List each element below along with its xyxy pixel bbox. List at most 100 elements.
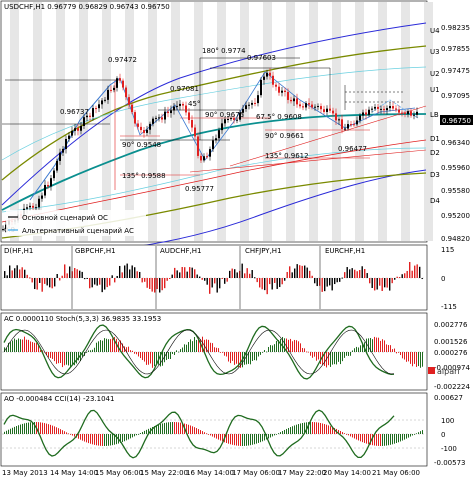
candle-body	[110, 89, 112, 91]
svg-text:0.97095: 0.97095	[441, 92, 470, 100]
svg-text:17 May 06:00: 17 May 06:00	[232, 469, 280, 477]
candle-body	[266, 72, 268, 77]
ac-bar	[314, 352, 315, 357]
candle-body	[215, 138, 217, 141]
ac-bar	[102, 340, 103, 352]
ac-bar	[14, 338, 15, 352]
ac-bar	[416, 352, 417, 367]
pair-bar	[196, 274, 198, 278]
svg-text:-0.00573: -0.00573	[434, 459, 465, 467]
ac-bar	[152, 352, 153, 368]
candle-body	[107, 89, 109, 100]
ao-bar	[418, 432, 419, 434]
pair-bar	[309, 270, 311, 278]
pair-bar	[301, 265, 303, 278]
ac-bar	[196, 339, 197, 352]
ao-bar	[92, 434, 93, 445]
ao-bar	[6, 430, 7, 434]
ao-bar	[58, 428, 59, 434]
candle-body	[98, 104, 100, 109]
ac-bar	[378, 337, 379, 352]
ao-bar	[246, 434, 247, 446]
ao-bar	[416, 433, 417, 435]
ao-bar	[404, 434, 405, 440]
pair-bar	[284, 278, 286, 281]
ao-bar	[136, 434, 137, 436]
ao-bar	[320, 422, 321, 434]
pair-bar	[131, 265, 133, 278]
session-band	[125, 2, 134, 241]
candle-body	[347, 124, 349, 129]
pair-bar	[104, 278, 106, 290]
pair-bar	[49, 278, 51, 288]
ac-bar	[146, 352, 147, 365]
pair-bar	[61, 275, 63, 278]
ac-bar	[390, 345, 391, 352]
ao-bar	[330, 426, 331, 434]
pair-bar	[244, 273, 246, 278]
ao-bar	[364, 434, 365, 443]
ac-bar	[18, 338, 19, 352]
svg-text:alpari: alpari	[437, 367, 460, 376]
ao-bar	[14, 426, 15, 434]
ao-bar	[228, 434, 229, 444]
chart-canvas[interactable]: 0.97472 0.97603 0.97081 0.96737 180° 0.9…	[0, 0, 473, 480]
candle-body	[197, 136, 199, 156]
candle-body	[146, 129, 148, 133]
ac-bar	[272, 345, 273, 352]
ao-bar	[362, 434, 363, 443]
ac-bar	[316, 352, 317, 361]
ac-panel[interactable]: AC 0.0000110 Stoch(5,3,3) 36.9835 33.195…	[0, 312, 470, 391]
candle-body	[359, 115, 361, 121]
candle-body	[221, 123, 223, 131]
ac-bar	[112, 338, 113, 352]
ac-bar	[106, 338, 107, 352]
ac-bar	[296, 340, 297, 352]
ao-panel[interactable]: AO -0.000484 CCI(14) -23.1041 0.00627 10…	[0, 392, 465, 467]
pair-bar	[359, 270, 361, 278]
ac-bar	[358, 347, 359, 352]
pair-bar	[386, 278, 388, 288]
ao-bar	[46, 423, 47, 434]
ac-bar	[354, 348, 355, 352]
ac-bar	[270, 345, 271, 352]
ao-bar	[30, 422, 31, 434]
ao-bar	[272, 434, 273, 437]
ac-bar	[350, 352, 351, 356]
candle-body	[203, 156, 205, 161]
pair-bar	[134, 267, 136, 278]
pair-bar	[366, 273, 368, 278]
pair-bar	[96, 278, 98, 286]
ao-bar	[160, 423, 161, 434]
candle-body	[113, 87, 115, 91]
candle-body	[152, 118, 154, 124]
pair-bar	[91, 278, 93, 288]
candle-body	[68, 135, 70, 139]
ao-bar	[50, 424, 51, 434]
ao-bar	[324, 424, 325, 434]
ao-bar	[106, 434, 107, 446]
ac-bar	[414, 352, 415, 364]
candle-body	[89, 115, 91, 117]
candle-body	[41, 195, 43, 199]
pair-bar	[161, 278, 163, 291]
pair-bar	[226, 278, 228, 282]
pair-bar	[246, 268, 248, 278]
ao-bar	[128, 434, 129, 440]
ac-bar	[220, 352, 221, 353]
ao-bar	[48, 424, 49, 434]
ao-bar	[86, 434, 87, 443]
ac-bar	[268, 346, 269, 352]
pair-bar	[274, 278, 276, 283]
pair-bar	[11, 270, 13, 278]
pair-bar	[66, 273, 68, 278]
main-panel[interactable]: 0.97472 0.97603 0.97081 0.96737 180° 0.9…	[0, 0, 473, 254]
candle-body	[71, 130, 73, 136]
svg-text:15 May 22:00: 15 May 22:00	[140, 469, 188, 477]
pair-label-2: GBPCHF,H1	[75, 247, 116, 255]
ao-bar	[214, 434, 215, 438]
pairs-panel[interactable]: D(HF,H1 GBPCHF,H1 AUDCHF,H1 CHFJPY,H1 EU…	[0, 244, 457, 311]
pair-bar	[256, 278, 258, 283]
ao-bar	[244, 434, 245, 446]
ao-bar	[340, 430, 341, 434]
